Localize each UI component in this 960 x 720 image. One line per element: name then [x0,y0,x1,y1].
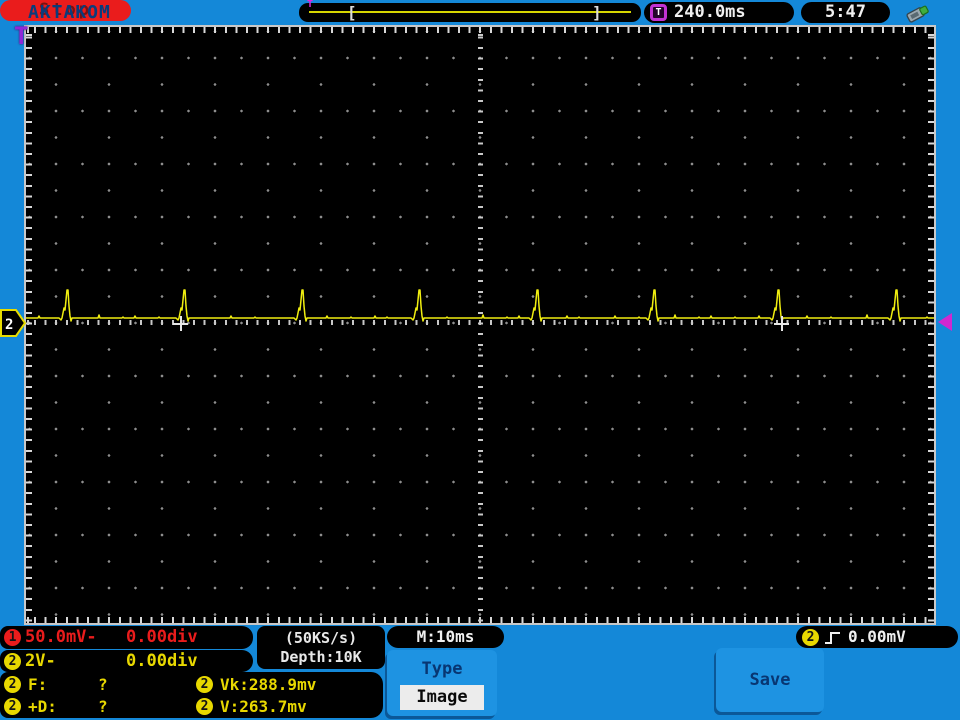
trigger-level-arrow[interactable] [938,313,952,331]
graticule [26,27,934,623]
measurement-row: 2 +D: ? 2 V:263.7mv [0,696,383,717]
brand-logo: AKTAKOM [28,2,111,23]
cursor-cross [774,316,789,331]
channel-2-badge: 2 [196,676,213,693]
channel-1-offset: 0.00div [126,627,198,647]
channel-1-scale: 50.0mV- [25,627,97,647]
cursor-cross [173,316,188,331]
waveform [26,289,934,322]
sample-rate: (50KS/s) [284,629,358,647]
trigger-level-readout: 2 0.00mV [796,626,958,648]
acquisition-readout: (50KS/s) Depth:10K [257,626,385,669]
channel-2-badge: 2 [4,698,21,715]
measurement-value: V:263.7mv [220,697,307,716]
channel-1-badge: 1 [4,629,21,646]
channel-2-offset: 0.00div [126,651,198,671]
measurement-value: ? [98,675,108,694]
measurements-panel: 2 F: ? 2 Vk:288.9mv 2 +D: ? 2 V:263.7mv [0,672,383,718]
trigger-position-marker: T [307,0,314,10]
type-menu-selected-option[interactable]: Image [400,685,484,710]
channel-2-badge: 2 [196,698,213,715]
trigger-delay-readout: T 240.0ms [644,2,794,23]
measurement-label: F: [28,675,48,694]
timebase-readout: M:10ms [387,626,504,648]
trigger-source-badge: 2 [802,628,819,646]
measurement-label: +D: [28,697,57,716]
ch2-waveform-path [26,289,934,322]
trigger-position-bar: T [ ] [299,0,641,22]
svg-text:2: 2 [5,317,13,333]
channel-1-readout: 1 50.0mV- 0.00div [0,626,253,649]
type-menu-label: Type [421,659,463,679]
clock: 5:47 [801,2,890,23]
trigger-offscreen-marker: T [14,22,29,50]
save-button[interactable]: Save [716,648,824,712]
channel-2-badge: 2 [4,653,21,670]
trigger-delay-value: 240.0ms [674,2,746,22]
usb-drive-icon [906,5,929,23]
trigger-position-line [309,11,631,13]
oscilloscope-screen: AKTAKOM Stop T [ ] T 240.0ms 5:47 T 2 1 … [0,0,960,720]
waveform-display [24,25,936,625]
window-left-bracket: [ [347,3,357,22]
channel-2-scale: 2V- [25,651,56,671]
measurement-value: ? [98,697,108,716]
type-menu-button[interactable]: Type Image [387,650,497,716]
measurement-row: 2 F: ? 2 Vk:288.9mv [0,674,383,695]
channel-2-level-marker[interactable]: 2 [0,309,27,337]
window-right-bracket: ] [592,3,602,22]
channel-2-badge: 2 [4,676,21,693]
trigger-level-value: 0.00mV [848,627,906,646]
channel-2-readout: 2 2V- 0.00div [0,650,253,672]
trigger-t-icon: T [650,4,667,21]
rising-edge-icon [825,632,840,644]
measurement-value: Vk:288.9mv [220,675,317,694]
memory-depth: Depth:10K [280,648,362,666]
